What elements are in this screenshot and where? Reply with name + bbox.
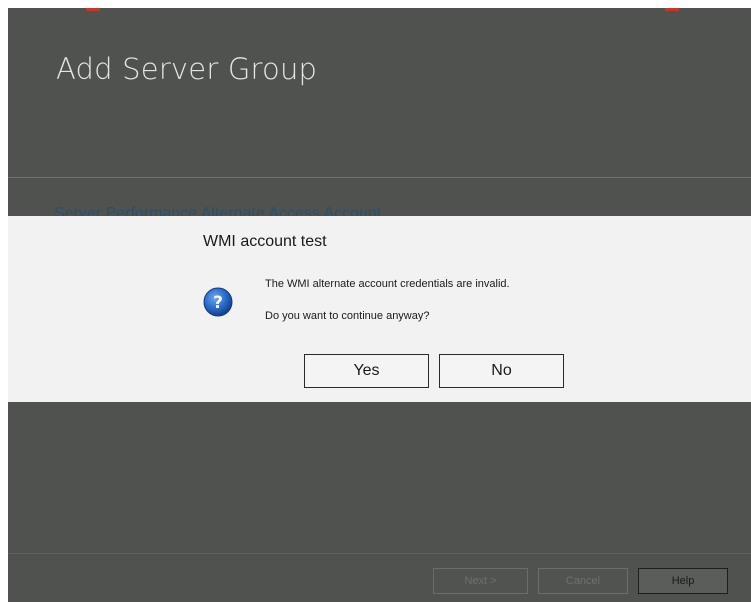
header-divider bbox=[8, 177, 751, 178]
yes-button[interactable]: Yes bbox=[304, 354, 429, 388]
footer-divider bbox=[8, 553, 751, 554]
window-edge-marker bbox=[665, 8, 679, 11]
help-button[interactable]: Help bbox=[638, 568, 728, 594]
window-edge-marker bbox=[86, 8, 100, 11]
svg-text:?: ? bbox=[213, 293, 223, 313]
page-title: Add Server Group bbox=[56, 52, 318, 86]
next-button[interactable]: Next > bbox=[433, 568, 528, 594]
no-button[interactable]: No bbox=[439, 354, 564, 388]
question-icon: ? bbox=[203, 287, 233, 317]
dialog-message-line-1: The WMI alternate account credentials ar… bbox=[265, 278, 510, 290]
cancel-button[interactable]: Cancel bbox=[538, 568, 628, 594]
wmi-account-test-dialog: WMI account test ? The WMI alternate acc… bbox=[8, 216, 751, 402]
dialog-title: WMI account test bbox=[203, 233, 327, 250]
dialog-message-line-2: Do you want to continue anyway? bbox=[265, 310, 430, 322]
